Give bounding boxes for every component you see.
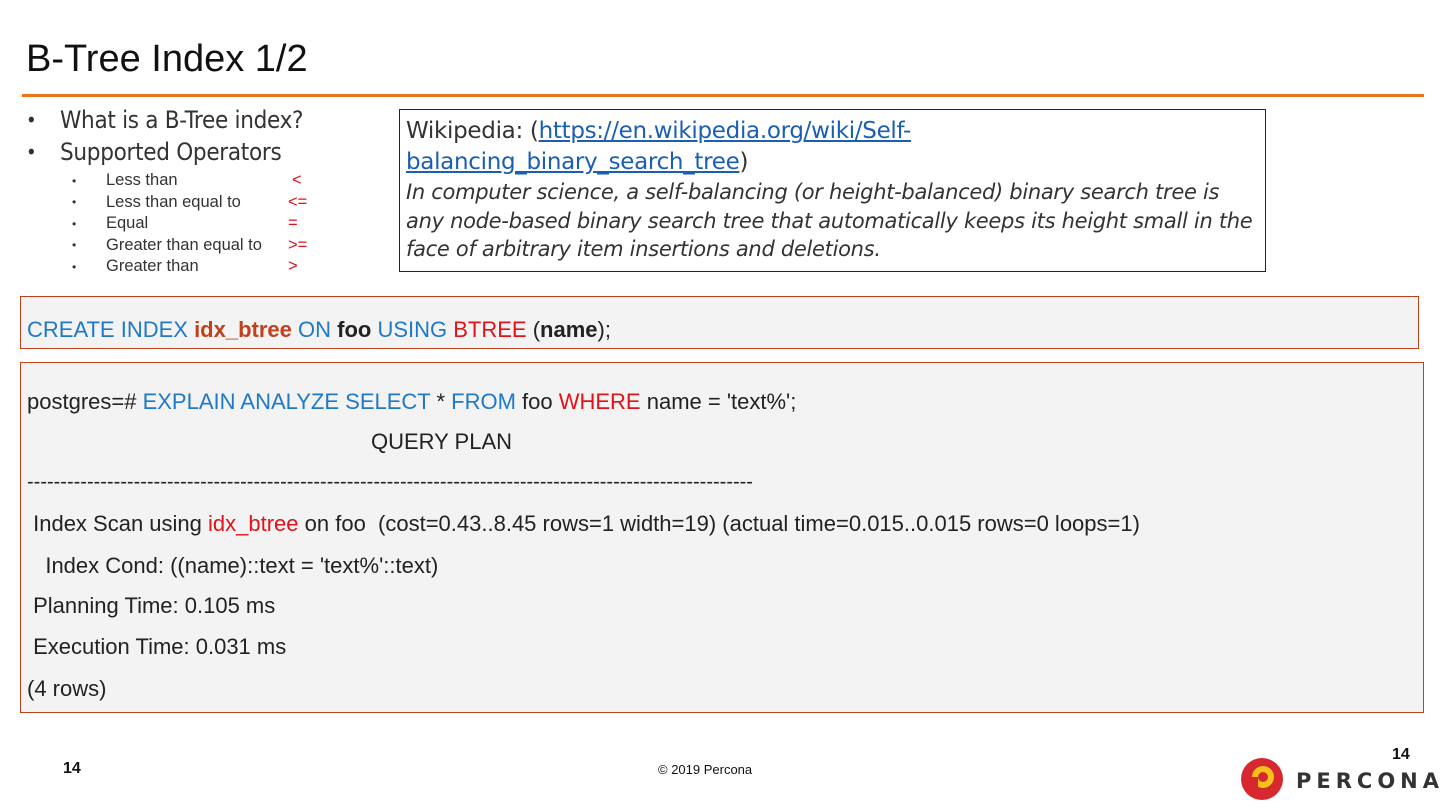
title-divider: [22, 94, 1424, 97]
wikipedia-reference: Wikipedia: (https://en.wikipedia.org/wik…: [406, 116, 1259, 178]
sql-table: foo: [515, 389, 559, 414]
planning-time-line: Planning Time: 0.105 ms: [27, 593, 276, 618]
slide-title: B-Tree Index 1/2: [26, 38, 308, 80]
wikipedia-link-line2: balancing_binary_search_tree: [406, 149, 740, 175]
operator-symbol: >: [288, 257, 298, 276]
operator-list: • Less than < • Less than equal to <= • …: [26, 170, 386, 278]
wikipedia-link-line1: https://en.wikipedia.org/wiki/Self-: [538, 118, 912, 144]
sql-column-name: name: [540, 317, 598, 342]
sub-bullet-dot-icon: •: [72, 195, 77, 210]
operator-item: • Less than equal to <=: [26, 192, 386, 214]
sql-keyword: FROM: [451, 389, 516, 414]
copyright: © 2019 Percona: [658, 762, 753, 777]
wikipedia-quote-box: Wikipedia: (https://en.wikipedia.org/wik…: [399, 109, 1266, 272]
sql-punct: (: [526, 317, 541, 342]
psql-prompt: postgres=#: [27, 389, 143, 414]
bullet-list: • What is a B-Tree index? • Supported Op…: [26, 104, 386, 278]
wikipedia-suffix: ): [739, 149, 749, 175]
sub-bullet-dot-icon: •: [72, 216, 77, 231]
operator-label: Less than equal to: [106, 192, 241, 211]
page-number-left: 14: [63, 760, 81, 777]
sub-bullet-dot-icon: •: [72, 238, 77, 253]
bullet-item: • What is a B-Tree index?: [26, 104, 386, 136]
sub-bullet-dot-icon: •: [72, 259, 77, 274]
operator-symbol: >=: [288, 235, 308, 254]
sql-keyword: USING: [371, 317, 454, 342]
scan-index-name: idx_btree: [208, 511, 299, 536]
bullet-text: Supported Operators: [60, 138, 282, 166]
operator-label: Less than: [106, 171, 178, 190]
scan-prefix: Index Scan using: [27, 511, 209, 536]
sql-index-method: BTREE: [453, 317, 527, 342]
sql-star: *: [430, 389, 452, 414]
bullet-dot-icon: •: [26, 140, 37, 164]
index-scan-line: Index Scan using idx_btree on foo (cost=…: [27, 511, 1140, 537]
query-plan-header: QUERY PLAN: [371, 429, 513, 454]
operator-label: Greater than: [106, 257, 199, 276]
wikipedia-prefix: Wikipedia: (: [406, 118, 539, 144]
operator-item: • Greater than equal to >=: [26, 235, 386, 257]
bullet-item: • Supported Operators: [26, 136, 386, 168]
operator-symbol: <: [292, 171, 302, 190]
explain-command-line: postgres=# EXPLAIN ANALYZE SELECT * FROM…: [27, 389, 796, 415]
row-count-line: (4 rows): [27, 676, 107, 701]
percona-logo: PERCONA: [1240, 757, 1440, 801]
percona-logo-icon: [1241, 758, 1283, 800]
bullet-text: What is a B-Tree index?: [60, 106, 304, 134]
operator-item: • Greater than >: [26, 256, 386, 278]
scan-suffix: on foo (cost=0.43..8.45 rows=1 width=19)…: [298, 511, 1140, 536]
create-index-statement: CREATE INDEX idx_btree ON foo USING BTRE…: [20, 296, 1419, 349]
plan-separator: ----------------------------------------…: [27, 471, 753, 493]
sql-keyword-where: WHERE: [558, 389, 641, 414]
sql-punct: );: [597, 317, 611, 342]
sql-table-name: foo: [337, 317, 372, 342]
sub-bullet-dot-icon: •: [72, 173, 77, 188]
sql-condition: name = 'text%';: [640, 389, 797, 414]
wikipedia-definition: In computer science, a self-balancing (o…: [406, 180, 1253, 261]
sql-keyword: ON: [291, 317, 338, 342]
operator-symbol: <=: [288, 192, 308, 211]
operator-label: Greater than equal to: [106, 235, 262, 254]
sql-keyword: EXPLAIN ANALYZE SELECT: [142, 389, 431, 414]
operator-item: • Less than <: [26, 170, 386, 192]
explain-output-box: postgres=# EXPLAIN ANALYZE SELECT * FROM…: [20, 362, 1424, 713]
execution-time-line: Execution Time: 0.031 ms: [27, 634, 287, 659]
sql-keyword: CREATE INDEX: [27, 317, 195, 342]
operator-label: Equal: [106, 214, 149, 233]
operator-item: • Equal =: [26, 213, 386, 235]
percona-logo-text: PERCONA: [1296, 769, 1440, 793]
index-cond-line: Index Cond: ((name)::text = 'text%'::tex…: [27, 553, 439, 578]
bullet-dot-icon: •: [26, 108, 37, 132]
sql-index-name: idx_btree: [194, 317, 292, 342]
operator-symbol: =: [288, 214, 298, 233]
